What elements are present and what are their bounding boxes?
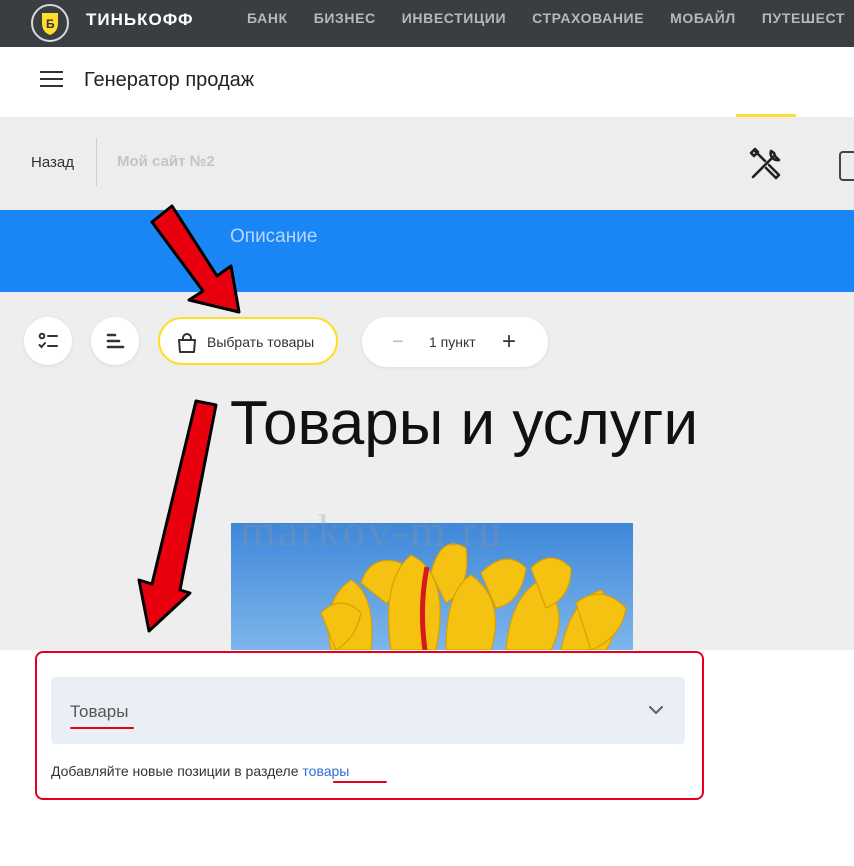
svg-text:Б: Б	[46, 17, 55, 31]
app-title: Генератор продаж	[84, 69, 255, 91]
checklist-icon	[38, 332, 58, 349]
banner-title[interactable]: Описание	[230, 226, 317, 248]
nav-item-mobile[interactable]: МОБАЙЛ	[670, 10, 736, 26]
decrement-button[interactable]: −	[392, 331, 404, 354]
app-header: Генератор продаж	[0, 47, 854, 115]
site-name: Мой сайт №2	[117, 153, 215, 170]
top-bar: Б ТИНЬКОФФ БАНК БИЗНЕС ИНВЕСТИЦИИ СТРАХОВАН…	[0, 0, 854, 47]
block-content: Выбрать товары − 1 пункт + Товары и услу…	[0, 292, 854, 650]
select-products-button[interactable]: Выбрать товары	[158, 317, 338, 365]
nav-item-travel[interactable]: ПУТЕШЕСТ	[762, 10, 845, 26]
brand-name[interactable]: ТИНЬКОФФ	[86, 10, 194, 30]
watermark: markov-m.ru	[240, 505, 504, 556]
annotation-underline-select	[70, 727, 134, 729]
tools-icon[interactable]	[745, 143, 787, 185]
nav-item-bank[interactable]: БАНК	[247, 10, 288, 26]
item-count: 1 пункт	[429, 334, 476, 350]
select-products-label: Выбрать товары	[207, 334, 315, 350]
menu-icon[interactable]	[40, 71, 63, 89]
description-banner: Описание	[0, 210, 854, 292]
nav-item-investments[interactable]: ИНВЕСТИЦИИ	[402, 10, 506, 26]
annotation-underline-link	[333, 781, 387, 783]
editor-bar: Назад Мой сайт №2	[0, 117, 854, 210]
back-button[interactable]: Назад	[31, 154, 74, 171]
nav-item-insurance[interactable]: СТРАХОВАНИЕ	[532, 10, 644, 26]
annotation-frame	[35, 651, 704, 800]
tinkoff-logo-icon[interactable]: Б	[30, 3, 70, 43]
increment-button[interactable]: +	[502, 328, 516, 356]
settings-list-button[interactable]	[24, 317, 72, 365]
divider	[96, 138, 97, 186]
device-preview-icon[interactable]	[838, 150, 854, 182]
shopping-bag-icon	[178, 333, 196, 353]
align-button[interactable]	[91, 317, 139, 365]
block-heading[interactable]: Товары и услуги	[230, 388, 698, 459]
item-count-stepper: − 1 пункт +	[362, 317, 548, 367]
top-nav: БАНК БИЗНЕС ИНВЕСТИЦИИ СТРАХОВАНИЕ МОБАЙЛ ПУТ…	[247, 10, 854, 28]
nav-item-business[interactable]: БИЗНЕС	[314, 10, 376, 26]
align-left-icon	[106, 333, 125, 349]
